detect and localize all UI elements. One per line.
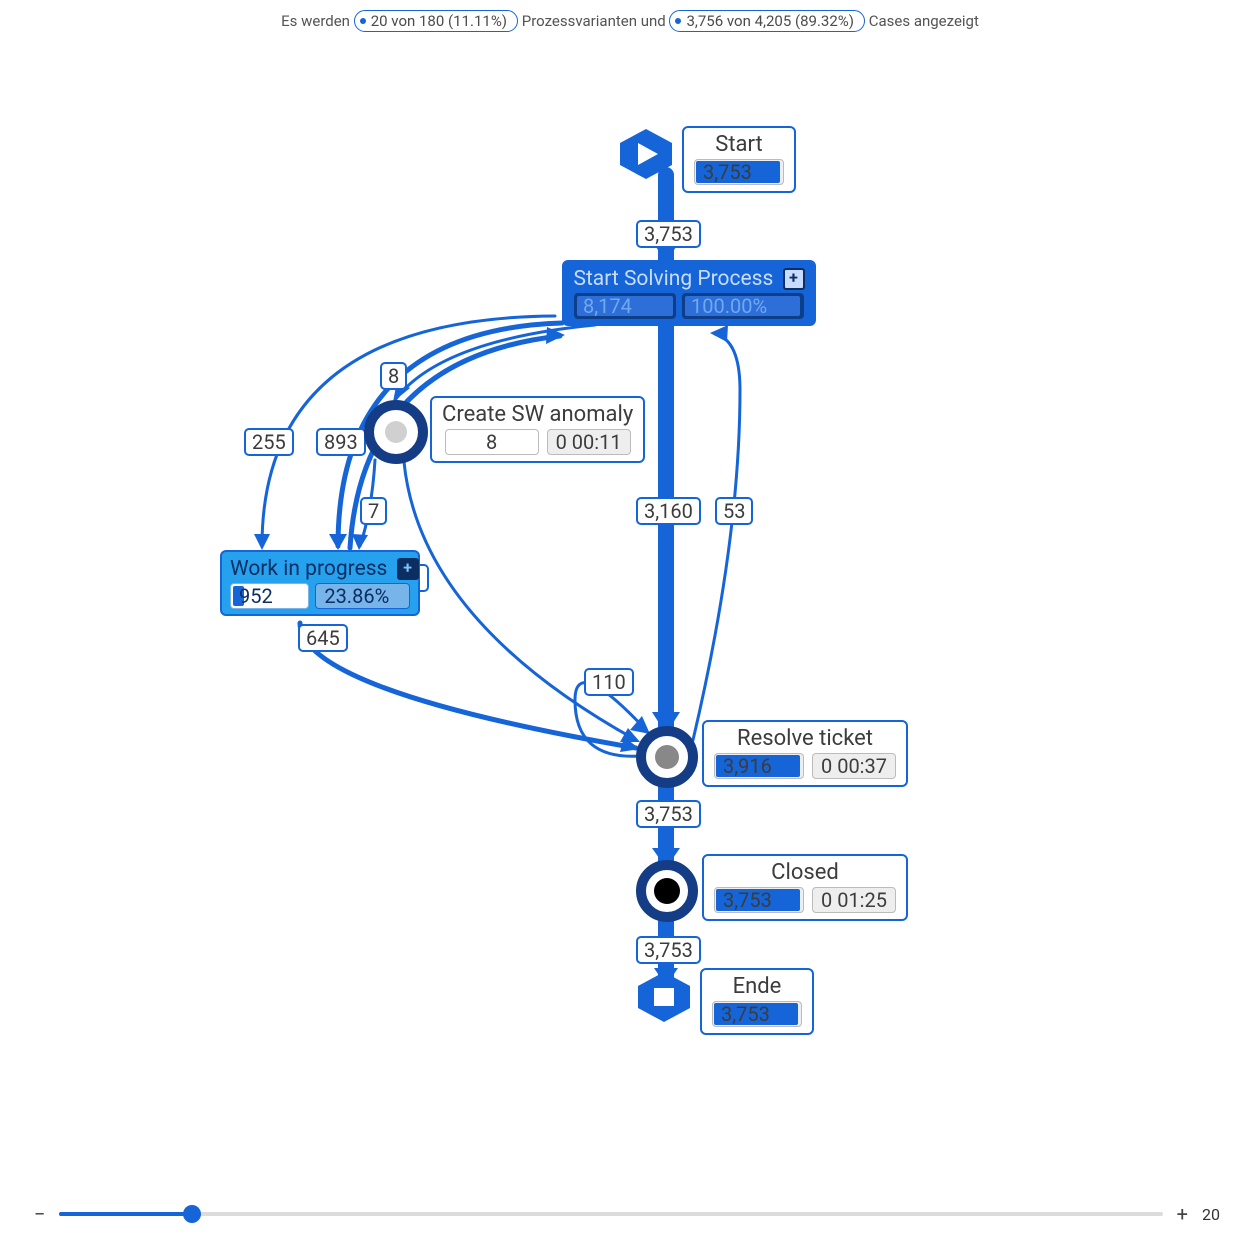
start-title: Start [694,132,784,157]
filter-summary: Es werden 20 von 180 (11.11%) Prozessvar… [0,0,1260,32]
resolve-count: 3,916 [714,753,804,779]
summary-suffix: Cases angezeigt [869,12,979,30]
node-closed-label[interactable]: Closed 3,753 0 01:25 [702,854,908,921]
edge-resolve-self[interactable]: 110 [584,668,634,696]
summary-mid: Prozessvarianten und [522,12,666,30]
edge-solving-anomaly[interactable]: 8 [380,362,407,390]
slider-value: 20 [1202,1205,1226,1224]
solving-count: 8,174 [574,293,676,319]
start-node-icon[interactable] [616,127,676,181]
solving-pct: 100.00% [682,293,804,319]
process-graph[interactable]: 3,753 8 3,160 53 255 893 7 1 645 110 3,7… [0,40,1260,1140]
edge-start-solving[interactable]: 3,753 [636,220,701,248]
closed-count: 3,753 [714,887,804,913]
variant-slider[interactable] [59,1212,1162,1216]
start-count: 3,753 [694,159,784,185]
edge-closed-end[interactable]: 3,753 [636,936,701,964]
closed-title: Closed [714,860,896,885]
cases-pill[interactable]: 3,756 von 4,205 (89.32%) [669,10,865,32]
wip-count: 952 [230,583,309,609]
end-title: Ende [712,974,802,999]
edge-resolve-solving[interactable]: 53 [715,497,753,525]
plus-icon[interactable]: + [1177,1202,1188,1226]
end-node-icon[interactable] [634,970,694,1024]
node-resolve-circle[interactable] [636,726,698,788]
node-wip[interactable]: Work in progress + 952 23.86% [220,550,420,616]
wip-pct: 23.86% [315,583,410,609]
node-resolve-label[interactable]: Resolve ticket 3,916 0 00:37 [702,720,908,787]
node-anomaly-label[interactable]: Create SW anomaly 8 0 00:11 [430,396,645,463]
start-node-label[interactable]: Start 3,753 [682,126,796,193]
edge-solving-resolve[interactable]: 3,160 [636,497,701,525]
edge-anomaly-wip[interactable]: 7 [360,497,387,525]
solving-title: Start Solving Process [573,267,773,291]
edge-solving-wip-893[interactable]: 893 [316,428,366,456]
expand-icon[interactable]: + [397,558,419,580]
variants-pill[interactable]: 20 von 180 (11.11%) [354,10,518,32]
node-closed-circle[interactable] [636,860,698,922]
summary-prefix: Es werden [281,12,350,30]
node-start-solving[interactable]: Start Solving Process + 8,174 100.00% [562,260,816,326]
end-node-label[interactable]: Ende 3,753 [700,968,814,1035]
end-count: 3,753 [712,1001,802,1027]
edge-solving-wip-255[interactable]: 255 [244,428,294,456]
variant-slider-bar: − + 20 [0,1184,1260,1244]
anomaly-title: Create SW anomaly [442,402,633,427]
resolve-title: Resolve ticket [714,726,896,751]
anomaly-count: 8 [445,429,539,455]
wip-title: Work in progress [230,557,387,581]
closed-time: 0 01:25 [812,887,896,913]
resolve-time: 0 00:37 [812,753,896,779]
node-anomaly-circle[interactable] [364,400,428,464]
edge-wip-resolve[interactable]: 645 [298,624,348,652]
edge-resolve-closed[interactable]: 3,753 [636,800,701,828]
minus-icon[interactable]: − [34,1202,45,1226]
anomaly-time: 0 00:11 [547,429,631,455]
expand-icon[interactable]: + [783,268,805,290]
